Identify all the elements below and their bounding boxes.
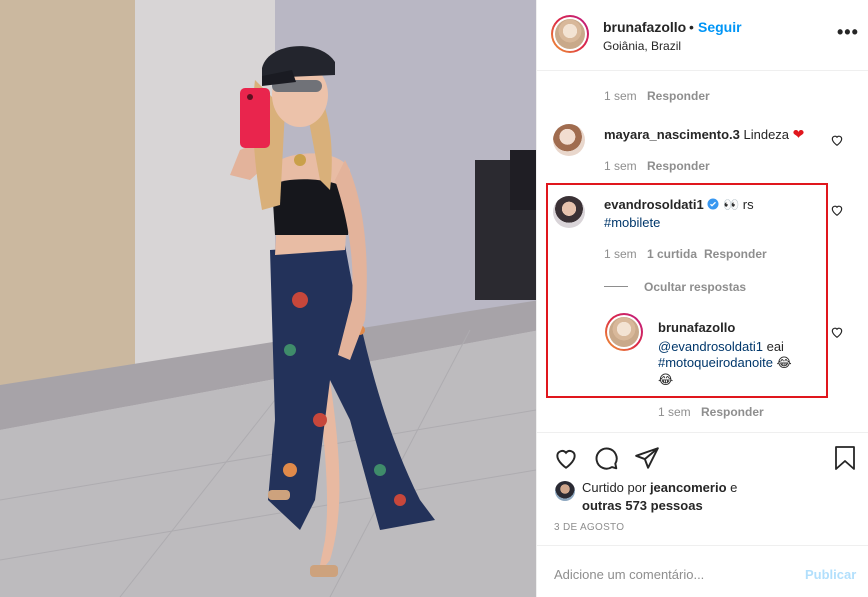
reply-body-line2: #motoqueirodanoite 😂 [658,354,838,372]
share-paper-plane-icon[interactable] [634,445,660,471]
hashtag-link[interactable]: #mobilete [604,215,660,230]
post-photo[interactable] [0,0,536,597]
comment-input[interactable]: Adicione um comentário... [554,567,704,582]
hide-replies-button[interactable]: Ocultar respostas [644,280,746,294]
like-heart-icon[interactable] [553,445,579,471]
post-date[interactable]: 3 DE AGOSTO [554,522,624,533]
reply-author-avatar[interactable] [605,313,643,351]
liker-avatar[interactable] [555,481,575,501]
like-comment-heart-icon[interactable] [830,325,844,339]
liked-by-prefix: Curtido por [582,480,647,495]
comment-likes-count[interactable]: 1 curtida [647,247,697,261]
commenter-avatar[interactable] [553,124,585,156]
comment-bubble-icon[interactable] [593,445,619,471]
reply-button[interactable]: Responder [647,159,710,173]
verified-badge-icon [707,198,719,210]
mention-link[interactable]: @evandrosoldati1 [658,339,763,354]
likes-count-link[interactable]: outras 573 pessoas [582,498,703,513]
post-header: brunafazollo • Seguir Goiânia, Brazil ••… [537,0,868,71]
laughing-emoji: 😂 [776,355,792,370]
post-actions-bar: Curtido por jeancomerio e outras 573 pes… [537,432,868,513]
comment-time: 1 sem [604,247,637,261]
laughing-emoji: 😂 [658,372,674,387]
comment-username[interactable]: mayara_nascimento.3 [604,127,740,142]
post-location[interactable]: Goiânia, Brazil [603,39,681,53]
commenter-avatar[interactable] [553,196,585,228]
comment-time: 1 sem [604,89,637,103]
reply-button[interactable]: Responder [704,247,767,261]
header-separator-dot: • [689,19,694,35]
like-comment-heart-icon[interactable] [830,203,844,217]
liked-by-line: Curtido por jeancomerio e [582,480,737,495]
post-side-panel: brunafazollo • Seguir Goiânia, Brazil ••… [536,0,868,597]
like-comment-heart-icon[interactable] [830,133,844,147]
comment-username[interactable]: evandrosoldati1 [604,197,704,212]
reply-text: eai [762,339,784,354]
author-avatar[interactable] [551,15,589,53]
reply-button[interactable]: Responder [701,405,764,419]
liked-by-and: e [730,480,738,495]
save-bookmark-icon[interactable] [833,445,857,471]
comment-time: 1 sem [604,159,637,173]
add-comment-bar: Adicione um comentário... Publicar [537,545,868,597]
hashtag-link[interactable]: #motoqueirodanoite [658,355,773,370]
reply-username[interactable]: brunafazollo [658,320,735,335]
comment-time: 1 sem [658,405,691,419]
liked-by-username[interactable]: jeancomerio [650,480,727,495]
comment-text: Lindeza [743,127,790,142]
follow-button[interactable]: Seguir [698,19,742,35]
eyes-emoji: 👀 [722,197,740,212]
replies-divider-line [604,286,628,287]
comment-body: evandrosoldati1 👀 rs [604,197,804,213]
reply-button[interactable]: Responder [647,89,710,103]
comment-body: mayara_nascimento.3 Lindeza ❤ [604,126,804,143]
more-options-icon[interactable]: ••• [837,22,859,43]
author-username[interactable]: brunafazollo [603,19,686,35]
publish-button[interactable]: Publicar [805,567,856,582]
red-heart-emoji: ❤ [792,126,805,142]
comment-text: rs [742,197,754,212]
